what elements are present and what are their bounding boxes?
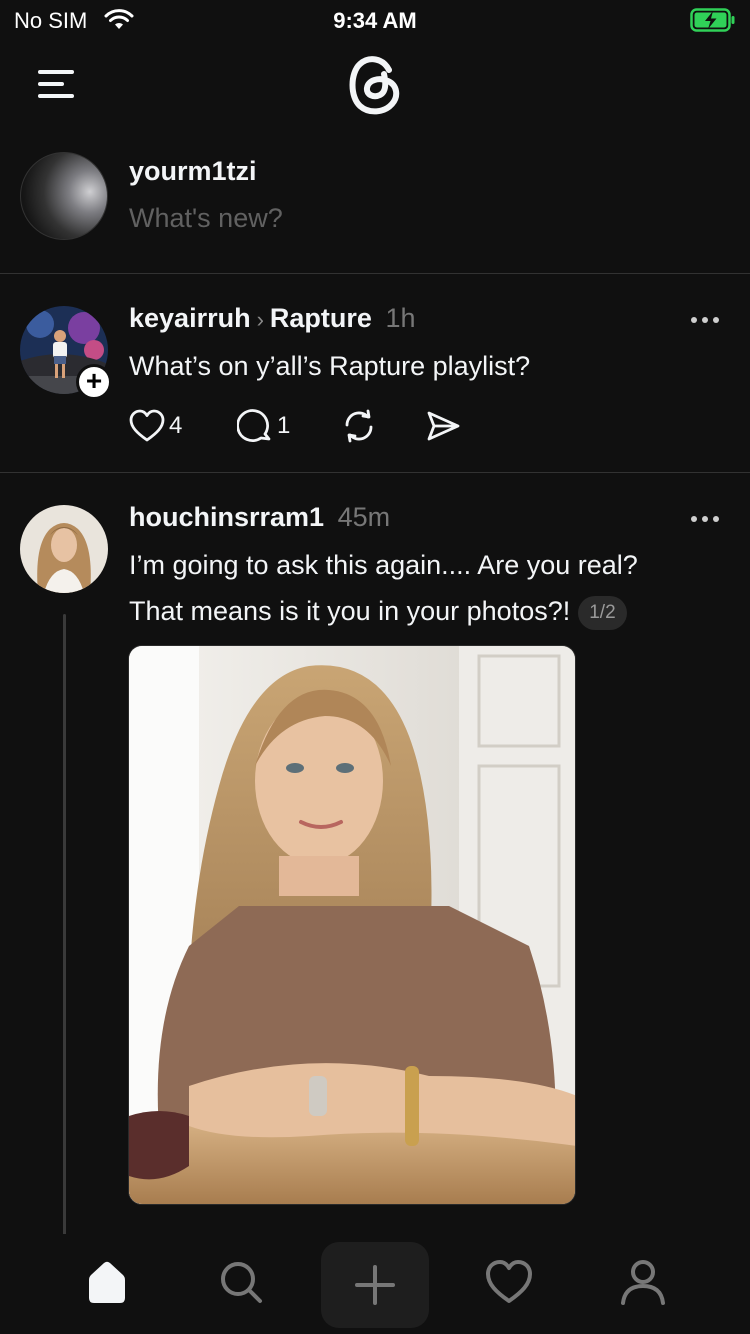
nav-profile[interactable] (615, 1254, 671, 1310)
comment-icon (237, 409, 271, 442)
post-body: I’m going to ask this again.... Are you … (129, 542, 638, 634)
repost-icon (345, 409, 373, 443)
post-username[interactable]: houchinsrram1 (129, 502, 324, 532)
home-icon (89, 1261, 125, 1303)
repost-button[interactable] (341, 406, 377, 446)
post-avatar[interactable] (20, 505, 108, 593)
activity-heart-icon (486, 1260, 532, 1303)
post-time: 1h (385, 303, 416, 333)
follow-plus-button[interactable]: + (76, 364, 112, 400)
composer-username: yourm1tzi (129, 156, 257, 186)
like-button[interactable]: 4 (129, 406, 182, 446)
chevron-right-icon: › (256, 307, 264, 332)
send-icon (427, 411, 460, 441)
post-image[interactable] (128, 645, 576, 1205)
divider (0, 472, 750, 473)
divider (0, 273, 750, 274)
create-icon (355, 1265, 395, 1305)
community-link[interactable]: Rapture (270, 303, 372, 333)
post-header: keyairruh › Rapture 1h (129, 303, 415, 334)
reply-count: 1 (277, 412, 291, 439)
profile-icon (621, 1260, 665, 1305)
nav-home[interactable] (79, 1254, 135, 1310)
nav-search[interactable] (213, 1254, 269, 1310)
like-count: 4 (169, 412, 183, 439)
post-username[interactable]: keyairruh (129, 303, 251, 333)
clock: 9:34 AM (333, 8, 417, 33)
status-bar: No SIM 9:34 AM (0, 0, 750, 40)
share-button[interactable] (425, 406, 461, 446)
composer-avatar[interactable] (20, 152, 108, 240)
bottom-nav (0, 1234, 750, 1334)
post-time: 45m (337, 502, 391, 532)
battery-charging-icon (690, 8, 735, 32)
post-body-line: That means is it you in your photos?! 1/2 (129, 588, 638, 634)
nav-activity[interactable] (481, 1254, 537, 1310)
thread-line (63, 614, 66, 1236)
post-body-text: That means is it you in your photos?! (129, 596, 571, 626)
composer-input[interactable]: What's new? (129, 203, 283, 234)
nav-create[interactable] (321, 1242, 429, 1328)
post-body-line: I’m going to ask this again.... Are you … (129, 550, 638, 580)
image-pager-badge: 1/2 (578, 595, 627, 630)
menu-icon[interactable] (38, 70, 74, 100)
more-options-icon[interactable] (690, 514, 720, 524)
reply-button[interactable]: 1 (237, 406, 290, 446)
search-icon (221, 1262, 262, 1303)
post-body: What’s on y’all’s Rapture playlist? (129, 351, 531, 381)
threads-logo-icon[interactable] (343, 50, 407, 120)
heart-icon (129, 409, 165, 442)
post-header: houchinsrram1 45m (129, 502, 390, 533)
more-options-icon[interactable] (690, 315, 720, 325)
